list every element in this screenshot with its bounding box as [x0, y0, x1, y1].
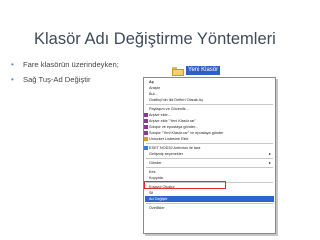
menu-item[interactable]: Gelişmiş seçenekler ▸ — [144, 151, 275, 157]
bullet-icon: • — [11, 60, 14, 69]
winrar-icon — [144, 113, 148, 117]
menu-separator — [146, 143, 273, 144]
menu-item-label: Özellikler — [149, 206, 165, 210]
winrar-icon — [144, 131, 148, 135]
menu-item[interactable]: Gönder ▸ — [144, 160, 275, 166]
menu-separator — [146, 104, 273, 105]
winrar-icon — [144, 125, 148, 129]
bullet-icon: • — [11, 75, 14, 84]
folder-icon[interactable] — [172, 67, 184, 76]
winrar-icon — [144, 119, 148, 123]
menu-item-label: Grafikçi'nin İkil Defteri Olarak Aç — [149, 98, 204, 102]
menu-item[interactable]: Unlocker Listesine Ekle — [144, 136, 275, 142]
submenu-arrow-icon: ▸ — [268, 151, 271, 156]
bullet-item: • Sağ Tuş-Ad Değiştir — [10, 75, 119, 84]
folder-name-label[interactable]: Yeni Klasör — [186, 66, 221, 75]
menu-item-label: Gelişmiş seçenekler — [149, 152, 183, 156]
slide-title: Klasör Adı Değiştirme Yöntemleri — [34, 30, 276, 48]
bullet-text: Fare klasörün üzerindeyken; — [23, 60, 119, 69]
bullet-text: Sağ Tuş-Ad Değiştir — [23, 75, 91, 84]
highlight-callout — [144, 181, 226, 189]
submenu-arrow-icon: ▸ — [268, 160, 271, 165]
menu-item-label: Ad Değiştir — [149, 197, 168, 201]
eset-icon — [144, 146, 148, 150]
bullet-item: • Fare klasörün üzerindeyken; — [10, 60, 119, 69]
menu-separator — [146, 158, 273, 159]
menu-separator — [146, 167, 273, 168]
menu-separator — [146, 203, 273, 204]
menu-item[interactable]: Özellikler — [144, 205, 275, 211]
unlocker-icon — [144, 137, 148, 141]
context-menu: Aç Araştır Bul... Grafikçi'nin İkil Defteri… — [143, 77, 276, 234]
bullet-list: • Fare klasörün üzerindeyken; • Sağ Tuş-Ad… — [10, 60, 119, 90]
menu-item[interactable]: Ad Değiştir — [144, 196, 275, 202]
menu-item[interactable]: Grafikçi'nin İkil Defteri Olarak Aç — [144, 97, 275, 103]
menu-item-label: Unlocker Listesine Ekle — [149, 137, 189, 141]
menu-item-label: Gönder — [149, 161, 162, 165]
